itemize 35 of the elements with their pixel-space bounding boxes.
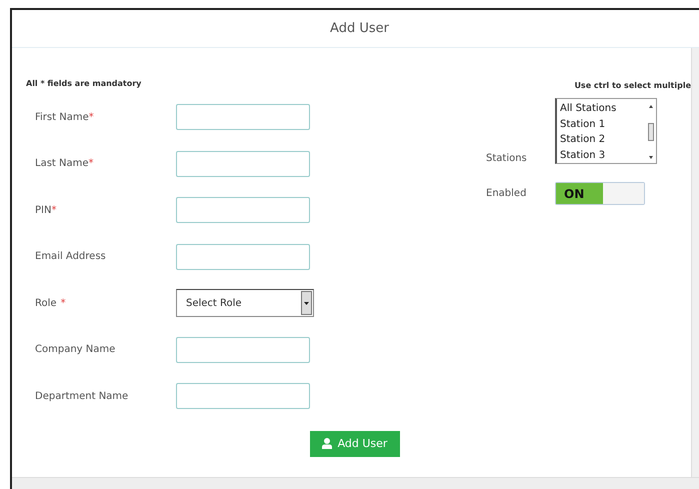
input-field[interactable] [176, 244, 310, 270]
scroll-down-icon[interactable] [649, 156, 653, 159]
input-field[interactable] [176, 197, 310, 224]
role-dropdown[interactable]: Select Role [176, 289, 314, 318]
field-label: Company Name [35, 344, 116, 356]
list-option[interactable]: Station 3 [560, 148, 646, 163]
list-option[interactable]: All Stations [560, 101, 646, 116]
field-label: Department Name [35, 390, 128, 402]
vertical-scrollbar[interactable] [691, 48, 699, 477]
required-mark: * [88, 112, 94, 123]
field-label: Email Address [35, 251, 106, 262]
required-mark: * [88, 158, 94, 170]
field-label: Stations [486, 153, 528, 164]
horizontal-scrollbar[interactable] [12, 477, 699, 489]
list-option[interactable]: Station 1 [560, 116, 646, 132]
required-mark: * [60, 298, 66, 309]
field-label: Role [35, 298, 57, 309]
scroll-up-icon[interactable] [649, 105, 653, 108]
field-label: Last Name [35, 158, 89, 170]
enabled-toggle[interactable]: ON [555, 182, 645, 205]
input-field[interactable] [176, 150, 310, 177]
field-label: First Name [35, 112, 89, 123]
input-field[interactable] [176, 104, 310, 130]
list-option[interactable]: Station 2 [560, 132, 646, 148]
input-field[interactable] [176, 383, 310, 410]
user-icon [322, 438, 332, 449]
required-mark: * [51, 204, 56, 216]
window-title: Add User [330, 21, 389, 36]
stations-listbox[interactable]: All Stations Station 1 Station 2 Station 3 [555, 98, 657, 164]
input-field[interactable] [176, 336, 310, 363]
field-label: Enabled [486, 188, 528, 199]
multi-select-hint: Use ctrl to select multiple [574, 81, 691, 90]
dropdown-caret-icon[interactable] [301, 291, 312, 316]
field-label: PIN [35, 204, 52, 216]
mandatory-note: All * fields are mandatory [26, 79, 142, 90]
